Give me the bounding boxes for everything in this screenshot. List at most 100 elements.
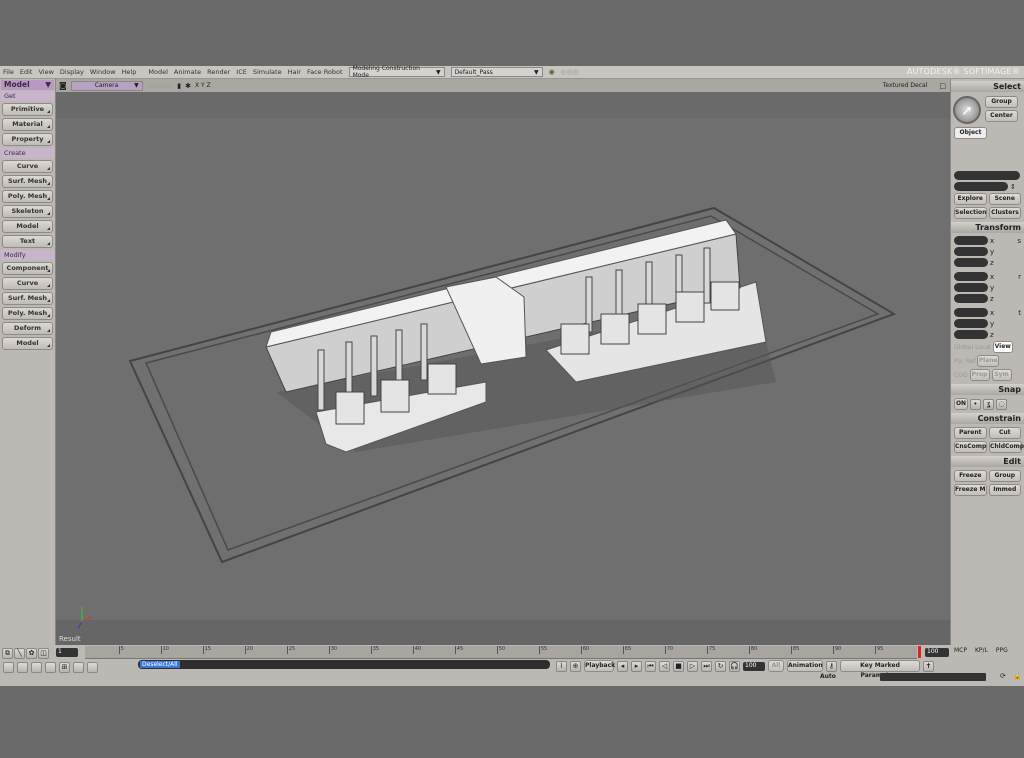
prop-button[interactable]: Prop bbox=[969, 369, 990, 381]
scale-x-field[interactable] bbox=[954, 236, 988, 245]
audio-icon[interactable]: 🎧 bbox=[729, 660, 740, 672]
render-icon[interactable]: ◎◎◎ bbox=[561, 68, 579, 76]
selection-button[interactable]: Selection bbox=[954, 207, 987, 219]
translate-x-field[interactable] bbox=[954, 308, 988, 317]
parent-button[interactable]: Parent bbox=[954, 427, 987, 439]
layout-left-icon[interactable] bbox=[3, 662, 14, 673]
layout-bottom-icon[interactable] bbox=[31, 662, 42, 673]
menu-hair[interactable]: Hair bbox=[288, 68, 301, 76]
create-surf-mesh-button[interactable]: Surf. Mesh bbox=[2, 175, 53, 188]
immed-button[interactable]: Immed bbox=[988, 484, 1021, 496]
camera-icon[interactable]: ▮ bbox=[177, 82, 181, 90]
cog-button[interactable]: COG bbox=[954, 372, 968, 379]
prev-key-icon[interactable]: ◂ bbox=[617, 660, 628, 672]
module-select[interactable]: Model ▼ bbox=[1, 80, 54, 90]
edit-group-button[interactable]: Group bbox=[988, 470, 1021, 482]
wand-icon[interactable]: ╲ bbox=[14, 648, 25, 659]
layout-top-icon[interactable] bbox=[17, 662, 28, 673]
rotate-button[interactable]: r bbox=[1018, 273, 1021, 281]
start-frame-field[interactable]: 1 bbox=[56, 648, 78, 657]
layout-split-icon[interactable] bbox=[73, 662, 84, 673]
viewport-menu-icon[interactable]: ◙ bbox=[59, 81, 67, 90]
modify-surf-mesh-button[interactable]: Surf. Mesh bbox=[2, 292, 53, 305]
menu-ice[interactable]: ICE bbox=[236, 68, 247, 76]
menu-animate[interactable]: Animate bbox=[174, 68, 201, 76]
play-forward-icon[interactable]: ▷ bbox=[687, 660, 698, 672]
cnscomp-button[interactable]: CnsComp bbox=[954, 441, 987, 453]
explore-button[interactable]: Explore bbox=[954, 193, 987, 205]
refresh-icon[interactable]: ⟳ bbox=[1000, 672, 1006, 680]
all-button[interactable]: All bbox=[768, 660, 784, 672]
freeze-button[interactable]: Freeze bbox=[954, 470, 987, 482]
menu-help[interactable]: Help bbox=[122, 68, 137, 76]
split-view-icon[interactable]: ◫ bbox=[38, 648, 49, 659]
create-poly-mesh-button[interactable]: Poly. Mesh bbox=[2, 190, 53, 203]
layout-icon[interactable]: ⧉ bbox=[2, 648, 13, 659]
modify-curve-button[interactable]: Curve bbox=[2, 277, 53, 290]
menu-file[interactable]: File bbox=[3, 68, 14, 76]
scale-y-field[interactable] bbox=[954, 247, 988, 256]
global-button[interactable]: Global bbox=[954, 344, 973, 351]
layout-quad-icon[interactable]: ⊞ bbox=[59, 662, 70, 673]
last-frame-icon[interactable]: ⏭ bbox=[701, 660, 712, 672]
selection-filter-field[interactable] bbox=[954, 182, 1008, 191]
menu-face-robot[interactable]: Face Robot bbox=[307, 68, 343, 76]
eye-icon[interactable]: ✱ bbox=[185, 82, 191, 90]
stop-icon[interactable]: ■ bbox=[673, 660, 684, 672]
key-marked-parameters-button[interactable]: Key Marked Parameters bbox=[840, 660, 920, 679]
cut-button[interactable]: Cut bbox=[988, 427, 1021, 439]
translate-button[interactable]: t bbox=[1018, 309, 1021, 317]
menu-view[interactable]: View bbox=[38, 68, 53, 76]
primitive-button[interactable]: Primitive bbox=[2, 103, 53, 116]
ref-button[interactable]: Ref bbox=[966, 358, 976, 365]
view-button[interactable]: View bbox=[992, 341, 1013, 353]
menu-model[interactable]: Model bbox=[148, 68, 168, 76]
scene-button[interactable]: Scene bbox=[988, 193, 1021, 205]
menu-simulate[interactable]: Simulate bbox=[253, 68, 282, 76]
snap-grid-icon[interactable]: ◌ bbox=[996, 398, 1007, 410]
play-backward-icon[interactable]: ◁ bbox=[659, 660, 670, 672]
auto-key-button[interactable]: Auto bbox=[820, 673, 836, 680]
loop-icon[interactable]: ↻ bbox=[715, 660, 726, 672]
first-frame-icon[interactable]: ⏮ bbox=[645, 660, 656, 672]
layout-custom-icon[interactable] bbox=[87, 662, 98, 673]
tab-kpl[interactable]: KP/L bbox=[975, 647, 988, 654]
menu-render[interactable]: Render bbox=[207, 68, 230, 76]
deform-button[interactable]: Deform bbox=[2, 322, 53, 335]
render-region-icon[interactable]: ◉ bbox=[549, 68, 555, 76]
playback-menu[interactable]: Playback bbox=[584, 660, 615, 672]
toolbox-icon[interactable]: ⊕ bbox=[570, 660, 581, 672]
script-icon[interactable]: ⌇ bbox=[556, 660, 567, 672]
center-select-button[interactable]: Center bbox=[985, 110, 1018, 122]
menu-edit[interactable]: Edit bbox=[20, 68, 33, 76]
sym-button[interactable]: Sym bbox=[991, 369, 1012, 381]
palette-icon[interactable]: ✿ bbox=[26, 648, 37, 659]
create-curve-button[interactable]: Curve bbox=[2, 160, 53, 173]
snap-curve-icon[interactable]: ʓ bbox=[983, 398, 994, 410]
next-key-icon[interactable]: ▸ bbox=[631, 660, 642, 672]
chldcomp-button[interactable]: ChldComp bbox=[989, 441, 1024, 453]
component-button[interactable]: Component bbox=[2, 262, 53, 275]
arrows-icon[interactable]: ⇕ bbox=[1010, 183, 1016, 191]
scale-button[interactable]: s bbox=[1017, 237, 1021, 245]
menu-window[interactable]: Window bbox=[90, 68, 116, 76]
timeline-ruler[interactable]: 5 10 15 20 25 30 35 40 45 50 55 60 65 70 75 80 85 90 95 bbox=[85, 646, 917, 659]
layout-right-icon[interactable] bbox=[45, 662, 56, 673]
view-slots[interactable]: ▭▭▭▭ bbox=[147, 82, 173, 90]
command-line[interactable]: Deselect/All bbox=[138, 660, 550, 669]
construction-mode-select[interactable]: Modeling Construction Mode ▼ bbox=[348, 65, 445, 79]
selection-field[interactable] bbox=[954, 171, 1020, 180]
key-icon[interactable]: ⚷ bbox=[826, 660, 837, 672]
rotate-y-field[interactable] bbox=[954, 283, 988, 292]
text-button[interactable]: Text bbox=[2, 235, 53, 248]
snap-point-icon[interactable]: • bbox=[970, 398, 981, 410]
3d-viewport[interactable]: Result bbox=[56, 92, 950, 645]
create-model-button[interactable]: Model bbox=[2, 220, 53, 233]
axes-label[interactable]: X Y Z bbox=[195, 82, 211, 89]
translate-y-field[interactable] bbox=[954, 319, 988, 328]
skeleton-button[interactable]: Skeleton bbox=[2, 205, 53, 218]
local-button[interactable]: Local bbox=[975, 344, 991, 351]
modify-model-button[interactable]: Model bbox=[2, 337, 53, 350]
lock-icon[interactable]: 🔒 bbox=[1013, 672, 1022, 680]
property-button[interactable]: Property bbox=[2, 133, 53, 146]
